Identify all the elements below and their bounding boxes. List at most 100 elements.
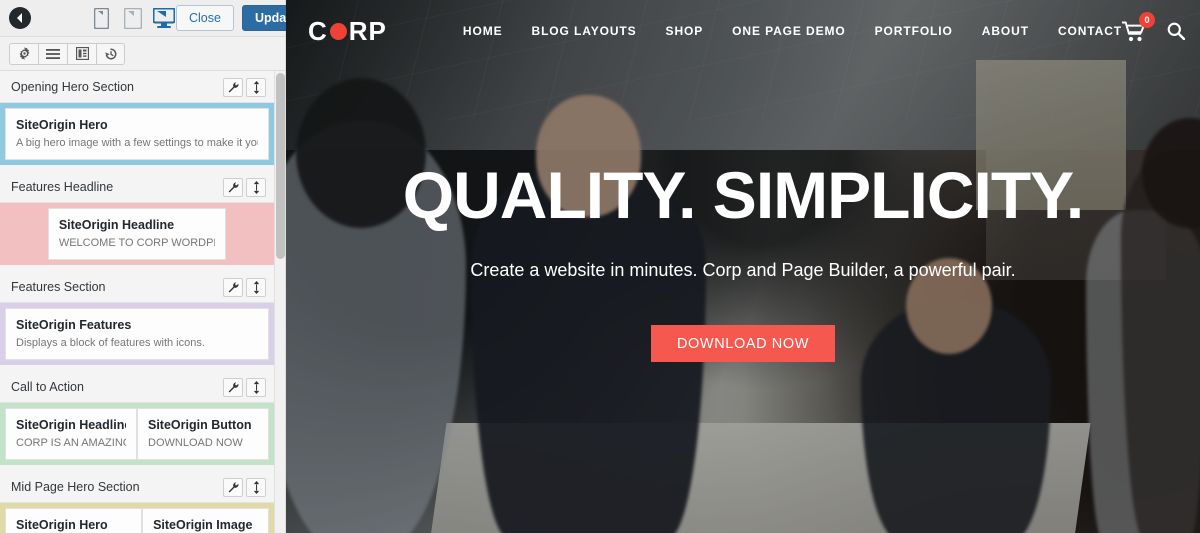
desktop-icon[interactable] (151, 6, 176, 31)
move-vertical-icon[interactable] (246, 277, 266, 297)
widget-title: SiteOrigin Headline (58, 218, 175, 232)
cart-button[interactable]: 0 (1122, 11, 1156, 42)
hero-title: QUALITY. SIMPLICITY. (402, 157, 1084, 232)
widget-title: SiteOrigin Hero (16, 118, 108, 132)
row-tools (223, 177, 266, 197)
page-builder-row[interactable]: SiteOrigin Features Displays a block of f… (0, 303, 274, 365)
customizer-sidebar: Close Update Opening Hero Section SiteOr… (0, 0, 311, 533)
site-preview[interactable]: C RP HOME BLOG LAYOUTS SHOP ONE PAGE DEMO PO… (286, 0, 1200, 533)
history-icon[interactable] (96, 42, 125, 65)
page-builder-toolbar (0, 37, 285, 71)
page-builder-row[interactable]: SiteOrigin Headline CORP IS AN AMAZING Sit… (0, 403, 274, 465)
row-cell[interactable]: SiteOrigin Headline WELCOME TO CORP WORDP… (47, 208, 227, 260)
widget-description: Displays a block of features with icons. (16, 337, 205, 349)
row-cell[interactable]: SiteOrigin HeroA big hero image with a f… (5, 108, 269, 160)
row-title: Features Headline (11, 180, 114, 194)
widget-description: DOWNLOAD NOW (148, 437, 243, 449)
widget-card[interactable]: SiteOrigin Headline WELCOME TO CORP WORDP… (47, 208, 227, 260)
hero-content: QUALITY. SIMPLICITY. Create a website in… (286, 0, 1200, 533)
wrench-icon[interactable] (223, 77, 243, 97)
page-builder-rows: Opening Hero Section SiteOrigin Hero A big… (0, 71, 274, 533)
widget-description: WELCOME TO CORP WORDPRESS (58, 237, 215, 249)
nav-item-about[interactable]: ABOUT (982, 24, 1029, 38)
row-cell[interactable]: SiteOrigin Imagehttps://demo.sitec (142, 508, 269, 533)
row-title: Features Section (11, 280, 106, 294)
row-title: Call to Action (11, 380, 84, 394)
row-cell[interactable]: SiteOrigin Features Displays a block of f… (5, 308, 269, 360)
logo-text-before: C (308, 15, 328, 46)
nav-item-portfolio[interactable]: PORTFOLIO (875, 24, 953, 38)
row-tools (223, 77, 266, 97)
row-header: Opening Hero Section (0, 71, 274, 103)
customizer-app: Close Update Opening Hero Section SiteOr… (0, 0, 1200, 533)
nav-item-one-page-demo[interactable]: ONE PAGE DEMO (732, 24, 846, 38)
widget-card[interactable]: SiteOrigin Features Displays a block of f… (5, 308, 269, 360)
layout-icon[interactable] (67, 42, 96, 65)
customizer-topbar: Close Update (0, 0, 311, 37)
widget-title: SiteOrigin Hero (16, 518, 108, 532)
wrench-icon[interactable] (223, 477, 243, 497)
row-tools (223, 477, 266, 497)
row-header: Mid Page Hero Section (0, 471, 274, 503)
back-arrow-icon[interactable] (9, 7, 31, 29)
move-vertical-icon[interactable] (246, 477, 266, 497)
sidebar-scrollbar-thumb[interactable] (276, 73, 285, 259)
widget-card[interactable]: SiteOrigin HeroA big hero image with a f… (5, 108, 269, 160)
widget-title: SiteOrigin Features (16, 318, 132, 332)
page-builder-rows-scroll[interactable]: Opening Hero Section SiteOrigin Hero A big… (0, 71, 285, 533)
wrench-icon[interactable] (223, 277, 243, 297)
widget-card[interactable]: SiteOrigin Imagehttps://demo.sitec (142, 508, 269, 533)
row-header: Call to Action (0, 371, 274, 403)
wrench-icon[interactable] (223, 377, 243, 397)
device-preview-group (89, 6, 176, 31)
nav-item-shop[interactable]: SHOP (666, 24, 704, 38)
row-body: SiteOrigin HeroA big hero image with a f… (0, 103, 274, 165)
row-cell[interactable]: SiteOrigin Headline CORP IS AN AMAZING (5, 408, 137, 460)
page-builder-row[interactable]: SiteOrigin Headline WELCOME TO CORP WORDP… (0, 203, 274, 265)
header-icons: 0 (1122, 11, 1186, 42)
row-tools (223, 277, 266, 297)
move-vertical-icon[interactable] (246, 77, 266, 97)
close-button[interactable]: Close (176, 5, 234, 31)
move-vertical-icon[interactable] (246, 177, 266, 197)
wrench-icon[interactable] (223, 177, 243, 197)
download-now-button[interactable]: DOWNLOAD NOW (650, 325, 836, 363)
nav-item-blog-layouts[interactable]: BLOG LAYOUTS (532, 24, 637, 38)
row-cell[interactable]: SiteOrigin HeroA big hero image with a f… (5, 508, 143, 533)
tablet-icon[interactable] (120, 6, 145, 31)
widget-card[interactable]: SiteOrigin HeroA big hero image with a f… (5, 508, 143, 533)
logo-text-after: RP (348, 15, 387, 46)
hamburger-icon[interactable] (38, 42, 67, 65)
sidebar-scrollbar[interactable] (274, 71, 285, 533)
nav-item-contact[interactable]: CONTACT (1058, 24, 1122, 38)
widget-title: SiteOrigin Button (148, 418, 252, 432)
site-nav: HOME BLOG LAYOUTS SHOP ONE PAGE DEMO PORTFOL… (463, 24, 1122, 38)
mobile-icon[interactable] (89, 6, 114, 31)
page-builder-row[interactable]: SiteOrigin HeroA big hero image with a f… (0, 503, 274, 533)
row-header: Features Headline (0, 171, 274, 203)
nav-item-home[interactable]: HOME (463, 24, 503, 38)
site-logo[interactable]: C RP (308, 16, 387, 47)
row-title: Mid Page Hero Section (11, 480, 140, 494)
page-builder-row[interactable]: SiteOrigin HeroA big hero image with a f… (0, 103, 274, 165)
site-header: C RP HOME BLOG LAYOUTS SHOP ONE PAGE DEMO PO… (286, 0, 1200, 62)
widget-description: CORP IS AN AMAZING (16, 437, 126, 449)
search-icon (1167, 22, 1186, 40)
move-vertical-icon[interactable] (246, 377, 266, 397)
widget-title: SiteOrigin Image (153, 518, 253, 532)
row-header: Features Section (0, 271, 274, 303)
search-button[interactable] (1167, 22, 1186, 40)
row-body: SiteOrigin HeroA big hero image with a f… (0, 503, 274, 533)
row-body: SiteOrigin Headline CORP IS AN AMAZING Sit… (0, 403, 274, 465)
widget-card[interactable]: SiteOrigin Button DOWNLOAD NOW (137, 408, 269, 460)
gear-icon[interactable] (9, 42, 38, 65)
logo-circle-icon (329, 22, 347, 40)
row-title: Opening Hero Section (11, 80, 134, 94)
widget-title: SiteOrigin Headline (16, 418, 126, 432)
widget-card[interactable]: SiteOrigin Headline CORP IS AN AMAZING (5, 408, 137, 460)
row-body: SiteOrigin Features Displays a block of f… (0, 303, 274, 365)
row-cell[interactable]: SiteOrigin Button DOWNLOAD NOW (137, 408, 269, 460)
row-cell[interactable] (226, 208, 269, 260)
cart-count-badge: 0 (1139, 11, 1156, 28)
row-cell[interactable] (5, 208, 48, 260)
